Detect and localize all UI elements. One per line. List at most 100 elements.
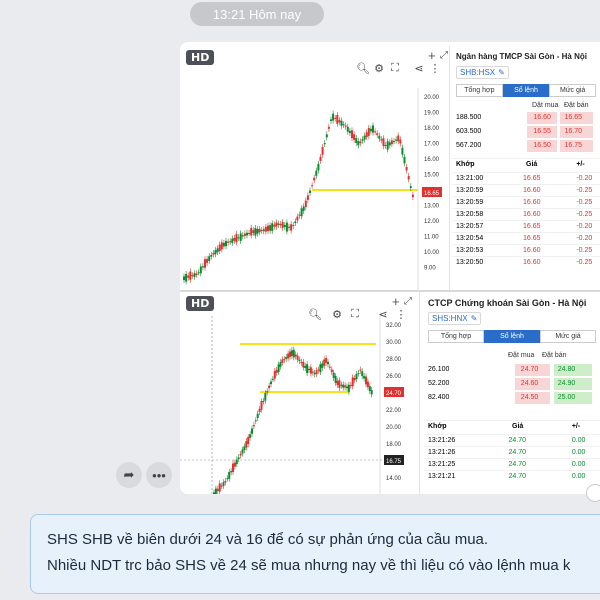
tab-2[interactable]: Mức giá: [540, 330, 596, 343]
bid-cell: 16.60: [533, 114, 551, 121]
candle-body: [374, 131, 377, 133]
axis-tick: 10.00: [424, 250, 440, 256]
candle-body: [243, 233, 246, 236]
ask-cell: 16.75: [564, 142, 582, 149]
more-options-icon[interactable]: •••: [146, 462, 172, 488]
candlestick-chart-shs[interactable]: 32.0030.0028.0026.0024.0022.0020.0018.00…: [180, 292, 420, 494]
candle-body: [228, 471, 231, 479]
candle-body: [264, 393, 267, 401]
candle-body: [252, 425, 255, 427]
bid-cell: 16.55: [533, 128, 551, 135]
shared-image[interactable]: HD + ⤢ 🔍︎ ⚙ ⛶ ⋖ ⋮ 20.00 19.00 18.00 17.00 16…: [180, 42, 600, 494]
trade-price: 16.60: [523, 211, 541, 218]
trade-change: 0.00: [571, 437, 586, 444]
ticker-chip[interactable]: SHB:HSX ✎: [456, 66, 509, 79]
axis-tick: 9.00: [424, 266, 436, 272]
bid-cell: 24.70: [520, 366, 539, 373]
trade-change: -0.25: [576, 187, 593, 194]
candle-body: [334, 117, 337, 119]
axis-tick: 15.00: [424, 173, 440, 179]
orderbook-row: 567.200 16.50 16.75: [452, 140, 600, 153]
candle-body: [225, 240, 227, 247]
candle-body: [355, 138, 358, 143]
candlestick-chart-shb[interactable]: 20.0019.0018.0017.0016.0015.0014.0013.00…: [180, 46, 450, 290]
trade-change: -0.20: [576, 223, 593, 230]
tab-0[interactable]: Tổng hợp: [428, 330, 484, 343]
candle-body: [266, 391, 269, 393]
chart-area-shs[interactable]: HD + ⤢ 🔍︎ ⚙ ⛶ ⋖ ⋮ 32.0030.0028.0026.0024…: [180, 292, 420, 494]
candle-body: [302, 206, 305, 211]
candle-body: [218, 244, 221, 252]
tab-0[interactable]: Tổng hợp: [456, 84, 503, 97]
candle-body: [216, 488, 219, 491]
tab-1[interactable]: Sổ lệnh: [502, 84, 550, 97]
candle-body: [287, 353, 290, 359]
candle-body: [395, 139, 398, 141]
trade-change: -0.25: [576, 247, 593, 254]
candle-body: [342, 384, 345, 388]
candle-body: [390, 140, 393, 145]
candle-body: [235, 233, 238, 243]
candle-body: [222, 242, 225, 247]
orderbook-shs: CTCP Chứng khoán Sài Gòn - Hà Nội SHS:HN…: [424, 292, 600, 494]
tab-1[interactable]: Sổ lệnh: [484, 330, 540, 343]
candle-body: [226, 478, 229, 480]
trade-header-cell: +/-: [576, 161, 585, 168]
trade-change: 0.00: [571, 461, 586, 468]
candle-body: [187, 275, 190, 278]
ticker-chip[interactable]: SHS:HNX ✎: [428, 312, 482, 325]
trade-price: 24.70: [508, 449, 526, 456]
trade-price: 16.60: [523, 259, 541, 266]
axis-tick: 30.00: [386, 340, 402, 346]
bid-cell: 24.50: [520, 394, 539, 401]
candle-body: [355, 374, 358, 380]
edit-icon[interactable]: ✎: [471, 314, 478, 323]
candle-body: [304, 365, 307, 368]
candle-body: [214, 488, 217, 494]
candle-body: [300, 208, 303, 217]
stock-name: CTCP Chứng khoán Sài Gòn - Hà Nội: [428, 298, 587, 308]
candle-body: [315, 370, 318, 375]
chart-area-shb[interactable]: HD + ⤢ 🔍︎ ⚙ ⛶ ⋖ ⋮ 20.00 19.00 18.00 17.00 16…: [180, 46, 450, 290]
edit-icon[interactable]: ✎: [498, 68, 505, 77]
stock-name: Ngân hàng TMCP Sài Gòn - Hà Nội: [456, 52, 587, 61]
trade-row: 13:20:53 16.60 -0.25: [452, 244, 600, 256]
crosshair-label: 16.75: [386, 459, 402, 465]
candle-body: [399, 139, 402, 144]
candle-body: [357, 141, 360, 146]
candle-body: [330, 369, 333, 373]
candle-body: [277, 364, 280, 373]
candle-body: [315, 170, 318, 176]
qty-cell: 188.500: [456, 114, 482, 121]
candle-body: [397, 135, 400, 142]
candle-body: [264, 226, 267, 232]
candle-body: [388, 142, 391, 146]
share-forward-icon[interactable]: ➦: [116, 462, 142, 488]
trade-price: 24.70: [508, 437, 526, 444]
candle-body: [378, 135, 381, 139]
ask-cell: 24.90: [557, 380, 576, 387]
candle-body: [411, 194, 414, 198]
trade-price: 24.70: [508, 461, 526, 468]
candle-body: [220, 485, 223, 487]
tab-2[interactable]: Mức giá: [549, 84, 596, 97]
trade-row: 13:20:54 16.65 -0.20: [452, 232, 600, 244]
trade-change: -0.25: [576, 211, 593, 218]
trade-change: -0.25: [576, 259, 593, 266]
axis-tick: 28.00: [386, 357, 402, 363]
price-label: 24.70: [386, 391, 402, 397]
candle-body: [327, 361, 329, 365]
trade-time: 13:21:26: [428, 449, 456, 456]
scroll-down-icon[interactable]: [586, 484, 600, 502]
candle-body: [361, 139, 364, 141]
candle-body: [208, 256, 211, 261]
candle-body: [270, 381, 272, 385]
candle-body: [313, 177, 316, 181]
candle-body: [220, 242, 223, 250]
candle-body: [348, 130, 351, 134]
axis-tick: 26.00: [386, 374, 402, 380]
candle-body: [239, 453, 242, 456]
candle-body: [342, 124, 345, 126]
candle-body: [366, 381, 369, 388]
candle-body: [344, 125, 347, 127]
